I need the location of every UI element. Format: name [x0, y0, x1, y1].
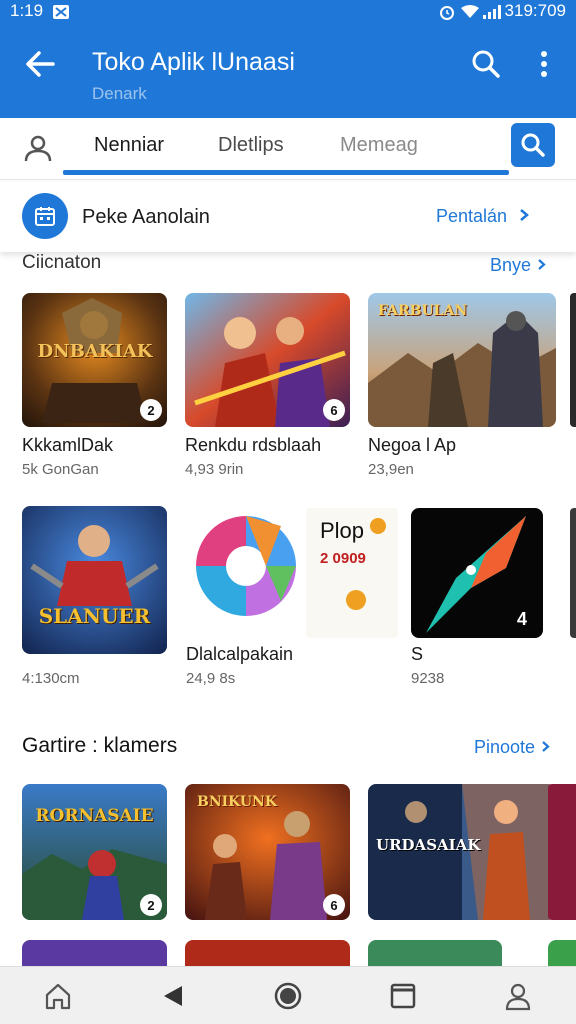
tab-2[interactable]: Memeag	[340, 134, 418, 157]
app-card[interactable]: 6 Renkdu rdsblaah 4,93 9rin	[185, 293, 350, 483]
account-icon[interactable]	[20, 130, 56, 166]
profile-icon[interactable]	[496, 974, 540, 1018]
next-card-peek	[570, 293, 576, 427]
search-icon[interactable]	[466, 44, 506, 84]
section-3-title: Gartire : klamers	[22, 734, 178, 757]
promo-action-label: Pentalán	[436, 206, 508, 226]
home-icon[interactable]	[36, 974, 80, 1018]
thumb-title-text: DNBAKIAK	[37, 341, 153, 362]
app-card[interactable]: FARBULAN Negoa l Ap 23,9en	[368, 293, 556, 483]
promo-action-link[interactable]: Pentalán	[436, 206, 530, 227]
app-subtitle: 4:130cm	[22, 670, 80, 687]
recents-square-icon[interactable]	[381, 974, 425, 1018]
next-row-card-peek	[548, 940, 576, 966]
next-row-card-peek	[185, 940, 350, 966]
app-thumbnail	[186, 506, 306, 634]
app-thumbnail: SLANUER	[22, 506, 167, 654]
app-card[interactable]: SLANUER 4:130cm	[22, 506, 167, 692]
app-card[interactable]: 4 S 9238	[411, 508, 543, 692]
app-subtitle: 24,9 8s	[186, 670, 236, 687]
promo-text: Peke Aanolain	[82, 206, 210, 228]
app-thumbnail: Plop 2 0909	[306, 508, 398, 638]
tab-indicator	[63, 170, 509, 175]
app-subtitle: 9238	[411, 670, 445, 687]
next-card-peek	[548, 784, 576, 920]
tab-search-icon[interactable]	[511, 123, 555, 167]
chevron-right-icon	[519, 206, 530, 227]
tab-1[interactable]: Dletlips	[218, 134, 284, 157]
app-badge: 2	[140, 894, 162, 916]
thumb-title-text: URDASAIAK	[376, 836, 481, 854]
section-3-more-link[interactable]: Pinoote	[474, 737, 550, 758]
app-title: Negoa l Ap	[368, 435, 457, 455]
thumb-title-text: SLANUER	[38, 604, 151, 628]
back-triangle-icon[interactable]	[151, 974, 195, 1018]
calendar-icon	[22, 193, 68, 239]
app-card[interactable]: Dlalcalpakain 24,9 8s	[186, 506, 306, 692]
coin-icon	[370, 518, 386, 534]
wifi-icon	[460, 4, 479, 18]
app-thumbnail: 6	[185, 293, 350, 427]
circle-home-icon[interactable]	[266, 974, 310, 1018]
app-title: Renkdu rdsblaah	[185, 435, 322, 455]
next-row-card-peek	[22, 940, 167, 966]
app-card[interactable]: RORNASAIE 2	[22, 784, 167, 920]
app-title: Toko Aplik lUnaasi	[92, 48, 295, 76]
app-card[interactable]: Plop 2 0909	[306, 508, 398, 638]
app-thumbnail: BNIKUNK 6	[185, 784, 350, 920]
section-1-more-label: Bnye	[490, 255, 532, 275]
chevron-right-icon	[537, 255, 546, 276]
status-time: 1:19	[10, 1, 44, 20]
alarm-icon	[439, 4, 455, 20]
app-thumbnail: RORNASAIE 2	[22, 784, 167, 920]
thumb-title-text: RORNASAIE	[35, 806, 154, 826]
app-thumbnail: 4	[411, 508, 543, 638]
chevron-right-icon	[541, 737, 550, 758]
status-bar: 1:19 319:709	[0, 0, 576, 22]
app-card[interactable]: DNBAKIAK 2 KkkamlDak 5k GonGan	[22, 293, 167, 483]
app-badge: 6	[323, 399, 345, 421]
thumb-title-text: Plop	[320, 518, 365, 543]
promo-bar[interactable]: Peke Aanolain Pentalán	[0, 182, 576, 252]
thumb-title-text: BNIKUNK	[197, 794, 278, 810]
bottom-nav	[0, 966, 576, 1024]
app-badge: 2	[140, 399, 162, 421]
coin-icon	[346, 590, 366, 610]
app-badge: 4	[516, 608, 527, 629]
app-card[interactable]: BNIKUNK 6	[185, 784, 350, 920]
app-thumbnail: FARBULAN	[368, 293, 556, 427]
app-badge: 6	[323, 894, 345, 916]
app-subtitle: 5k GonGan	[22, 461, 99, 478]
app-thumbnail: DNBAKIAK 2	[22, 293, 167, 427]
notification-icon	[53, 4, 70, 19]
back-arrow-icon[interactable]	[20, 44, 60, 84]
tab-0[interactable]: Nenniar	[94, 134, 164, 157]
app-title: Dlalcalpakain	[186, 644, 294, 664]
status-right-text: 319:709	[504, 1, 566, 20]
section-1-title: Ciicnaton	[22, 252, 102, 273]
next-card-peek	[570, 508, 576, 638]
app-subtitle: Denark	[92, 84, 147, 103]
thumb-title-text: FARBULAN	[378, 303, 468, 319]
section-1-more-link[interactable]: Bnye	[490, 255, 546, 276]
app-title: S	[411, 644, 424, 664]
app-store-screen: 1:19 319:709 Toko Aplik lUnaasi Denark N…	[0, 0, 576, 1024]
app-thumbnail: URDASAIAK	[368, 784, 556, 920]
next-row-card-peek	[368, 940, 502, 966]
more-vert-icon[interactable]	[528, 44, 560, 84]
app-card[interactable]: URDASAIAK	[368, 784, 556, 920]
signal-icon	[482, 4, 501, 19]
app-subtitle: 23,9en	[368, 461, 414, 478]
section-3-more-label: Pinoote	[474, 737, 536, 757]
thumb-price: 2 0909	[320, 550, 366, 567]
app-bar: Toko Aplik lUnaasi Denark	[0, 22, 576, 118]
app-title: KkkamlDak	[22, 435, 114, 455]
app-subtitle: 4,93 9rin	[185, 461, 244, 478]
